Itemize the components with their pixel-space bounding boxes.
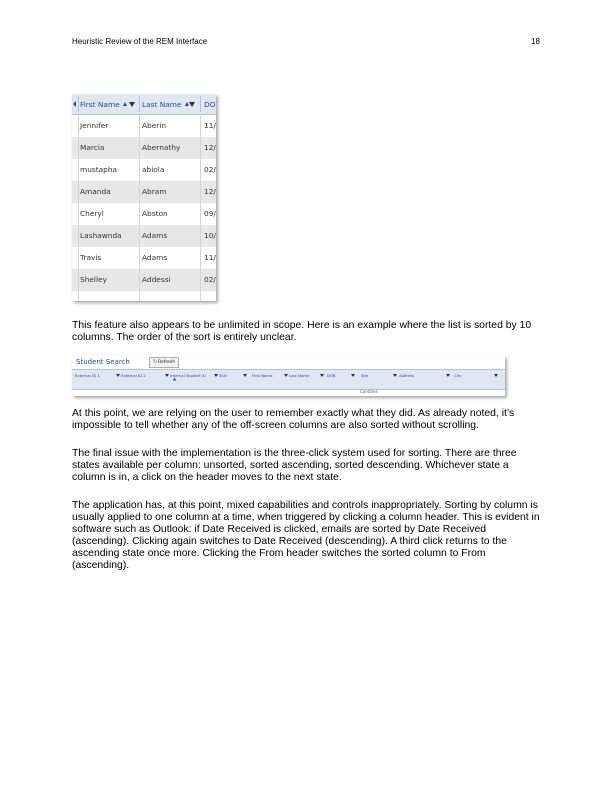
last-name-cell: Abram (142, 187, 167, 196)
table-row[interactable]: Travis Adams 11/ (72, 247, 216, 269)
column-header-address[interactable]: Address (399, 373, 414, 379)
student-search-screenshot: Student Search ↻Refresh External ID 1 Ex… (72, 356, 505, 396)
table-row[interactable]: mustapha abiola 02/ (72, 159, 216, 181)
table-row[interactable]: Jennifer Aberin 11/ (72, 115, 216, 137)
filter-icon[interactable] (446, 374, 450, 377)
sort-ascending-icon (122, 102, 127, 106)
table-row[interactable]: Shelley Addessi 02/ (72, 269, 216, 291)
dob-cell: 10/ (204, 231, 216, 240)
column-header-site[interactable]: Site (361, 373, 368, 379)
column-header-external-id-2[interactable]: External ID 2 (121, 373, 146, 379)
student-search-title: Student Search (76, 358, 130, 366)
first-name-cell: Amanda (80, 187, 111, 196)
filter-icon[interactable] (320, 374, 324, 377)
column-header-first-name[interactable]: First Name (80, 94, 127, 114)
dob-cell: 12/ (204, 143, 216, 152)
column-gridline (139, 114, 140, 301)
sort-ascending-icon (184, 102, 189, 106)
table-header-row: First Name Last Name DO (72, 94, 216, 115)
last-name-cell: Abernathy (142, 143, 181, 152)
filter-icon[interactable] (351, 374, 355, 377)
column-header-city[interactable]: City (454, 373, 461, 379)
column-header-external-id-1[interactable]: External ID 1 (75, 373, 100, 379)
page-number: 18 (531, 37, 540, 46)
last-name-cell: Addessi (142, 275, 171, 284)
filter-icon[interactable] (494, 374, 498, 377)
column-separator (200, 96, 201, 112)
first-name-cell: Cheryl (80, 209, 104, 218)
table-row-partial (72, 291, 216, 301)
refresh-button-label: Refresh (158, 360, 176, 365)
sort-ascending-icon: ▲ (173, 376, 177, 381)
filter-icon[interactable] (393, 374, 397, 377)
running-header-title: Heuristic Review of the REM Interface (72, 37, 208, 46)
first-name-cell: Jennifer (80, 121, 109, 130)
column-header-ssn[interactable]: SSN (219, 373, 227, 379)
table-row[interactable]: Marcia Abernathy 12/ (72, 137, 216, 159)
dob-cell: 11/ (204, 121, 216, 130)
last-name-filter-icon[interactable] (189, 94, 195, 114)
paragraph-three-click: The final issue with the implementation … (72, 448, 517, 483)
filter-icon[interactable] (243, 374, 247, 377)
last-name-cell: Aberin (142, 121, 167, 130)
refresh-icon: ↻ (152, 359, 158, 365)
sorted-name-table-screenshot: First Name Last Name DO Jennifer Aberin … (72, 94, 216, 301)
first-name-cell: Shelley (80, 275, 107, 284)
refresh-button[interactable]: ↻Refresh (149, 357, 179, 368)
paragraph-user-memory: At this point, we are relying on the use… (72, 408, 515, 431)
column-header-first-name[interactable]: First Name (252, 373, 272, 379)
column-header-last-name[interactable]: Last Name (289, 373, 309, 379)
column-header-first-name-label: First Name (80, 100, 120, 109)
paragraph-sorted-columns: This feature also appears to be unlimite… (72, 320, 532, 343)
column-separator (139, 96, 140, 112)
last-name-cell: abiola (142, 165, 165, 174)
filter-dropdown-hint: Contains (360, 389, 378, 394)
first-name-cell: mustapha (80, 165, 118, 174)
column-gridline (200, 114, 201, 301)
first-name-filter-icon[interactable] (129, 94, 135, 114)
last-name-cell: Abston (142, 209, 168, 218)
dob-cell: 02/ (204, 165, 216, 174)
last-name-cell: Adams (142, 231, 168, 240)
first-name-cell: Lashawnda (80, 231, 122, 240)
dob-cell: 02/ (204, 275, 216, 284)
filter-icon[interactable] (214, 374, 218, 377)
filter-icon[interactable] (116, 374, 120, 377)
dob-cell: 11/ (204, 253, 216, 262)
column-gridline (78, 114, 79, 301)
first-name-cell: Travis (80, 253, 102, 262)
table-row[interactable]: Amanda Abram 12/ (72, 181, 216, 203)
paragraph-mixed-capabilities: The application has, at this point, mixe… (72, 500, 540, 571)
column-separator (78, 96, 79, 112)
first-name-cell: Marcia (80, 143, 105, 152)
sort-indicator-icon (73, 94, 76, 114)
filter-icon[interactable] (165, 374, 169, 377)
column-header-last-name-label: Last Name (142, 100, 182, 109)
dob-cell: 09/ (204, 209, 216, 218)
last-name-cell: Adams (142, 253, 168, 262)
table-row[interactable]: Cheryl Abston 09/ (72, 203, 216, 225)
dob-cell: 12/ (204, 187, 216, 196)
column-header-dob[interactable]: DO (204, 94, 216, 114)
table-row[interactable]: Lashawnda Adams 10/ (72, 225, 216, 247)
filter-icon[interactable] (284, 374, 288, 377)
column-header-dob[interactable]: DOB (327, 373, 336, 379)
column-header-last-name[interactable]: Last Name (142, 94, 189, 114)
